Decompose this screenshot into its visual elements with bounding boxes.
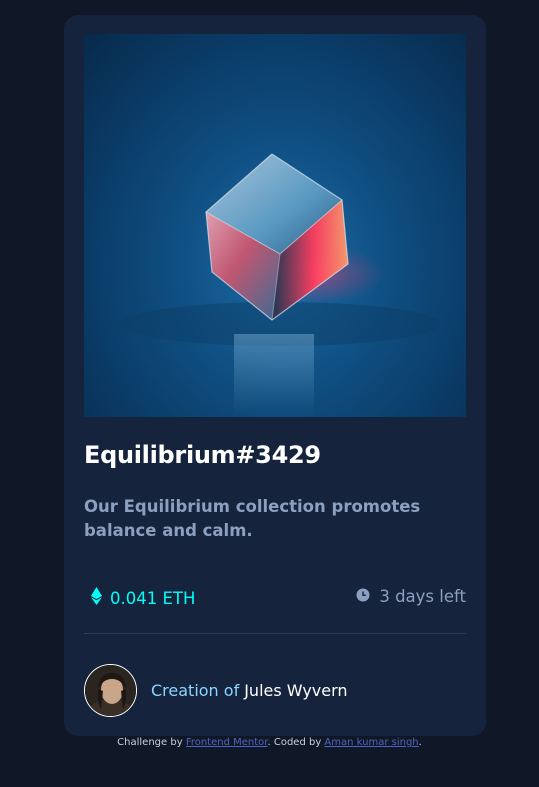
nft-title[interactable]: Equilibrium#3429 [84, 441, 321, 469]
creator-prefix: Creation of [151, 681, 240, 700]
avatar [84, 664, 137, 717]
divider [84, 633, 466, 634]
time-info: 3 days left [356, 587, 466, 606]
nft-card: Equilibrium#3429 Our Equilibrium collect… [64, 15, 486, 736]
coder-link[interactable]: Aman kumar singh [324, 737, 418, 748]
time-left: 3 days left [379, 587, 466, 606]
ethereum-icon [91, 587, 102, 609]
price-value: 0.041 ETH [110, 588, 196, 608]
cube-artwork [120, 153, 440, 414]
clock-icon [356, 587, 370, 606]
creator-name[interactable]: Jules Wyvern [244, 681, 347, 700]
nft-description: Our Equilibrium collection promotes bala… [84, 497, 421, 540]
price-info: 0.041 ETH [84, 587, 195, 609]
challenge-prefix: Challenge by [117, 737, 183, 748]
coded-prefix: . Coded by [267, 737, 322, 748]
attribution-suffix: . [418, 737, 422, 748]
creator-info: Creation of Jules Wyvern [84, 664, 348, 717]
frontend-mentor-link[interactable]: Frontend Mentor [186, 737, 268, 748]
creator-label: Creation of Jules Wyvern [151, 681, 348, 700]
attribution: Challenge by Frontend Mentor. Coded by A… [0, 737, 539, 748]
nft-stats: 0.041 ETH 3 days left [84, 587, 466, 617]
equilibrium-image[interactable] [84, 34, 466, 417]
